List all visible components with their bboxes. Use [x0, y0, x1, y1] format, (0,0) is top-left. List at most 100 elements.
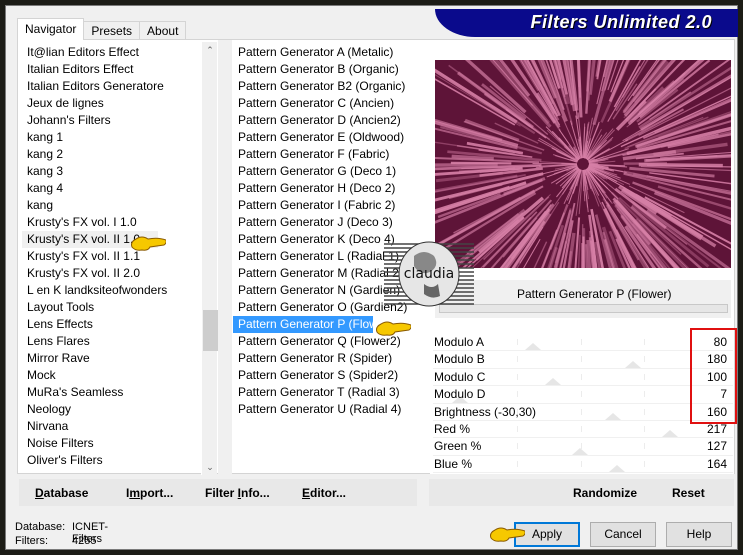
category-scrollbar[interactable]: ⌃ ⌄: [201, 42, 218, 475]
tab-about[interactable]: About: [139, 21, 187, 40]
param-label: Brightness (-30,30): [434, 404, 537, 419]
status-filters-value: 4255: [72, 535, 97, 547]
category-item[interactable]: Nirvana: [22, 418, 197, 435]
tab-navigator[interactable]: Navigator: [17, 18, 85, 40]
slider-tick: [580, 391, 582, 398]
param-label: Blue %: [434, 456, 473, 471]
category-item[interactable]: Neology: [22, 401, 197, 418]
category-item[interactable]: kang 4: [22, 180, 197, 197]
preview-toolbar: Randomize Reset: [429, 479, 734, 506]
database-button[interactable]: Database: [35, 486, 88, 500]
navigator-panel: It@lian Editors Effect Italian Editors Ef…: [17, 39, 735, 475]
filter-item[interactable]: Pattern Generator B (Organic): [233, 61, 428, 78]
category-item[interactable]: Mirror Rave: [22, 350, 197, 367]
param-slider-row[interactable]: Blue % 164: [433, 456, 733, 474]
category-list[interactable]: It@lian Editors Effect Italian Editors Ef…: [22, 40, 197, 473]
param-slider-row[interactable]: Modulo A 80: [433, 334, 733, 352]
category-item[interactable]: Italian Editors Effect: [22, 61, 197, 78]
category-item[interactable]: kang: [22, 197, 197, 214]
param-slider-row[interactable]: Modulo C 100: [433, 369, 733, 387]
category-item[interactable]: Italian Editors Generatore: [22, 78, 197, 95]
filter-item[interactable]: Pattern Generator H (Deco 2): [233, 180, 428, 197]
filter-preview-image: [435, 60, 731, 268]
filter-item[interactable]: Pattern Generator B2 (Organic): [233, 78, 428, 95]
category-item[interactable]: Oliver's Filters: [22, 452, 197, 469]
cancel-button[interactable]: Cancel: [590, 522, 656, 547]
category-item[interactable]: L en K landksiteofwonders: [22, 282, 197, 299]
slider-thumb[interactable]: [609, 465, 625, 473]
filter-item[interactable]: Pattern Generator U (Radial 4): [233, 401, 428, 418]
filter-item[interactable]: Pattern Generator D (Ancien2): [233, 112, 428, 129]
slider-thumb[interactable]: [605, 412, 621, 420]
slider-tick: [580, 425, 582, 432]
category-item[interactable]: Krusty's FX vol. I 1.0: [22, 214, 197, 231]
category-item[interactable]: Mock: [22, 367, 197, 384]
status-filters-label: Filters:: [15, 535, 48, 547]
slider-tick: [580, 460, 582, 467]
category-item[interactable]: kang 3: [22, 163, 197, 180]
status-database: Database: ICNET-Filters: [15, 521, 108, 545]
param-label: Modulo B: [434, 352, 485, 367]
filter-item[interactable]: Pattern Generator E (Oldwood): [233, 129, 428, 146]
category-item[interactable]: Krusty's FX vol. II 2.0: [22, 265, 197, 282]
scroll-down-icon[interactable]: ⌄: [202, 459, 218, 475]
preview-area: Pattern Generator P (Flower) Modulo A 80 M…: [430, 42, 734, 474]
filter-item[interactable]: Pattern Generator P (Flower): [233, 316, 393, 333]
param-label: Modulo A: [434, 335, 485, 349]
category-item[interactable]: Layout Tools: [22, 299, 197, 316]
slider-tick: [516, 373, 518, 380]
slider-tick: [644, 373, 646, 380]
category-item[interactable]: Lens Effects: [22, 316, 197, 333]
slider-thumb[interactable]: [525, 343, 541, 351]
parameter-sliders: Modulo A 80 Modulo B 180 Modulo C 100 Modulo D…: [433, 334, 733, 474]
randomize-button[interactable]: Randomize: [573, 486, 637, 500]
filter-info-button[interactable]: Filter Info...: [205, 486, 270, 500]
filter-item[interactable]: Pattern Generator G (Deco 1): [233, 163, 428, 180]
slider-tick: [580, 408, 582, 415]
category-item[interactable]: Lens Flares: [22, 333, 197, 350]
help-button[interactable]: Help: [666, 522, 732, 547]
filter-item[interactable]: Pattern Generator R (Spider): [233, 350, 428, 367]
category-item[interactable]: Krusty's FX vol. II 1.1: [22, 248, 197, 265]
reset-button[interactable]: Reset: [672, 486, 705, 500]
slider-thumb[interactable]: [625, 360, 641, 368]
param-slider-row[interactable]: Modulo D7: [433, 386, 733, 404]
param-slider-row[interactable]: Green % 127: [433, 438, 733, 456]
param-slider-row[interactable]: Brightness (-30,30) 160: [433, 404, 733, 421]
param-value: 164: [706, 456, 727, 471]
slider-thumb[interactable]: [545, 378, 561, 386]
param-label: Modulo C: [434, 369, 486, 384]
param-label: Green %: [434, 439, 482, 454]
slider-tick: [580, 373, 582, 380]
import-button[interactable]: Import...: [126, 486, 173, 500]
category-item[interactable]: MuRa's Seamless: [22, 384, 197, 401]
slider-thumb[interactable]: [662, 430, 678, 438]
filter-progress-bar: [439, 304, 728, 313]
filter-item[interactable]: Pattern Generator C (Ancien): [233, 95, 428, 112]
category-item[interactable]: Jeux de lignes: [22, 95, 197, 112]
category-item[interactable]: It@lian Editors Effect: [22, 44, 197, 61]
slider-thumb[interactable]: [572, 447, 588, 455]
filter-item[interactable]: Pattern Generator T (Radial 3): [233, 384, 428, 401]
category-item[interactable]: kang 1: [22, 129, 197, 146]
slider-tick: [580, 356, 582, 363]
slider-tick: [516, 339, 518, 345]
category-item[interactable]: kang 2: [22, 146, 197, 163]
category-item[interactable]: Noise Filters: [22, 435, 197, 452]
filter-item[interactable]: Pattern Generator I (Fabric 2): [233, 197, 428, 214]
slider-tick: [516, 391, 518, 398]
param-slider-row[interactable]: Red % 217: [433, 421, 733, 439]
pointing-hand-icon: [130, 233, 167, 251]
filter-item[interactable]: Pattern Generator S (Spider2): [233, 367, 428, 384]
filter-item[interactable]: Pattern Generator A (Metalic): [233, 44, 428, 61]
param-slider-row[interactable]: Modulo B 180: [433, 351, 733, 369]
filter-item[interactable]: Pattern Generator F (Fabric): [233, 146, 428, 163]
category-item[interactable]: Johann's Filters: [22, 112, 197, 129]
scroll-thumb[interactable]: [203, 310, 218, 351]
scroll-up-icon[interactable]: ⌃: [202, 42, 218, 58]
editor-button[interactable]: Editor...: [302, 486, 346, 500]
filter-item[interactable]: Pattern Generator J (Deco 3): [233, 214, 428, 231]
tab-presets[interactable]: Presets: [83, 21, 141, 40]
param-label: Modulo D: [434, 387, 486, 402]
pointing-hand-icon: [489, 524, 526, 542]
